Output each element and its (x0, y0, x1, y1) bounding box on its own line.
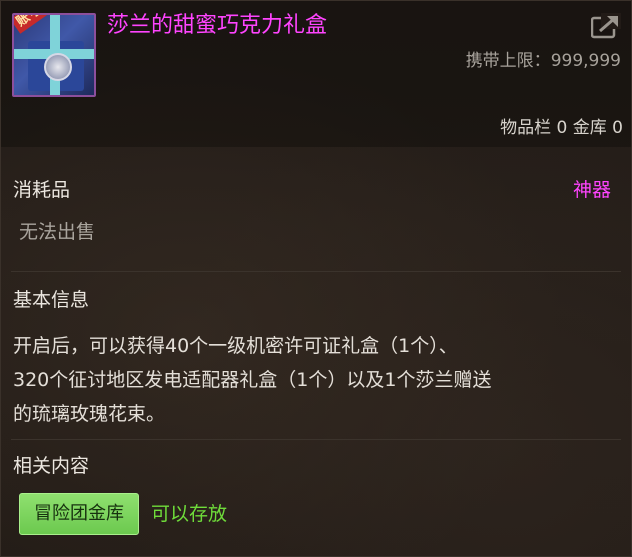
inventory-count: 物品栏 0 (500, 118, 568, 138)
item-name: 莎兰的甜蜜巧克力礼盒 (107, 13, 328, 38)
bank-count: 金库 0 (572, 118, 623, 138)
storable-status: 可以存放 (151, 503, 228, 525)
section-divider (11, 439, 621, 440)
basic-info-title: 基本信息 (13, 289, 90, 311)
account-bound-tag: 账号 (14, 15, 49, 34)
description-line: 开启后，可以获得40个一级机密许可证礼盒（1个）、 (13, 335, 458, 357)
related-content-title: 相关内容 (13, 455, 90, 477)
adventure-bank-badge: 冒险团金库 (19, 493, 139, 535)
medal-icon (44, 53, 72, 81)
section-divider (11, 271, 621, 272)
tooltip-header: 账号 莎兰的甜蜜巧克力礼盒 携带上限：999,999 物品栏 0 金库 0 (1, 1, 631, 147)
carry-limit-label: 携带上限： (465, 51, 551, 71)
storage-counts: 物品栏 0 金库 0 (500, 117, 623, 139)
share-icon[interactable] (591, 13, 621, 39)
item-type: 消耗品 (13, 179, 71, 201)
sell-status: 无法出售 (19, 221, 96, 243)
carry-limit-value: 999,999 (550, 51, 621, 71)
description-line: 320个征讨地区发电适配器礼盒（1个）以及1个莎兰赠送 (13, 369, 492, 391)
item-rarity: 神器 (572, 179, 611, 201)
carry-limit: 携带上限：999,999 (466, 50, 621, 72)
gift-box-icon: 账号 (12, 13, 96, 97)
item-description: 开启后，可以获得40个一级机密许可证礼盒（1个）、 320个征讨地区发电适配器礼… (13, 329, 613, 431)
item-tooltip: 账号 莎兰的甜蜜巧克力礼盒 携带上限：999,999 物品栏 0 金库 0 消耗… (0, 0, 632, 557)
description-line: 的琉璃玫瑰花束。 (13, 403, 166, 425)
